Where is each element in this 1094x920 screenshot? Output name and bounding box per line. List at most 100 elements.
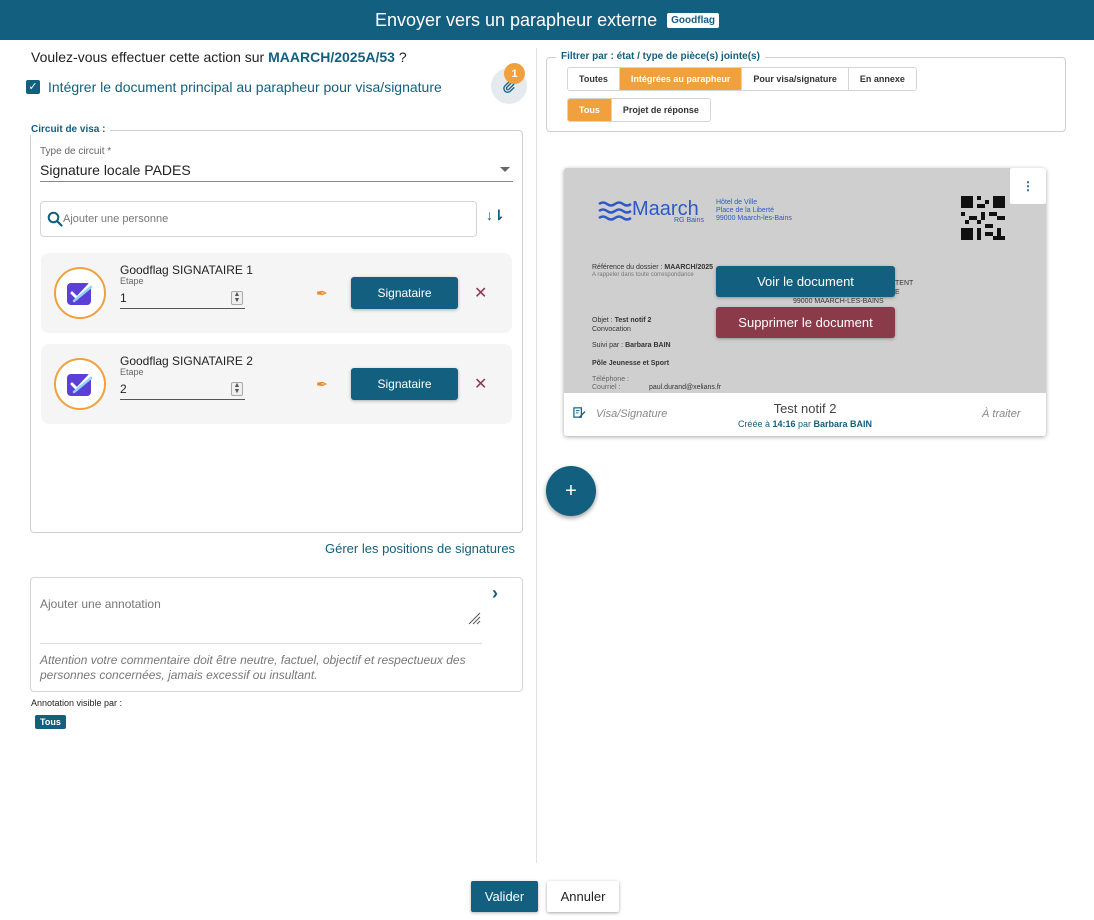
fountain-pen-icon[interactable]: ✒: [316, 376, 328, 393]
integrate-document-row[interactable]: ✓ Intégrer le document principal au para…: [26, 79, 442, 95]
signer-role-button[interactable]: Signataire: [351, 368, 458, 400]
integrate-label: Intégrer le document principal au paraph…: [48, 79, 442, 95]
dialog-header: Envoyer vers un parapheur externe Goodfl…: [0, 0, 1094, 40]
filter-integrees[interactable]: Intégrées au parapheur: [619, 68, 743, 90]
annotation-underline: [40, 643, 482, 644]
validate-button[interactable]: Valider: [471, 881, 538, 912]
document-status: À traiter: [982, 408, 1021, 420]
add-attachment-button[interactable]: +: [546, 466, 596, 516]
search-icon: [47, 211, 63, 227]
suivi-value: Barbara BAIN: [625, 342, 671, 349]
annotation-warning: Attention votre commentaire doit être ne…: [40, 653, 466, 682]
recipient-line: E: [895, 289, 900, 296]
document-title: Test notif 2: [773, 401, 837, 416]
signer-card: Goodflag SIGNATAIRE 2 Etape 2 ▲ ▼ ✒ Signa…: [41, 344, 512, 424]
circuit-type-label: Type de circuit *: [40, 146, 112, 157]
document-card[interactable]: Maarch RG Bains Hôtel de Ville Place de …: [564, 168, 1046, 436]
attachment-type-filter: Tous Projet de réponse: [567, 98, 711, 122]
logo-subtitle: RG Bains: [674, 217, 704, 224]
etape-stepper[interactable]: ▲ ▼: [231, 291, 243, 305]
goodflag-logo-icon: [67, 280, 94, 305]
question-suffix: ?: [394, 49, 407, 65]
recipient-city: 99000 MAARCH-LES-BAINS: [793, 298, 884, 305]
sender-address: Hôtel de Ville Place de la Liberté 99000…: [716, 199, 792, 223]
created-by-prefix: par: [795, 419, 814, 429]
circuit-type-underline: [40, 181, 513, 182]
ref-value: MAARCH/2025: [664, 264, 714, 271]
created-prefix: Créée à: [737, 419, 773, 429]
remove-signer-icon[interactable]: ✕: [474, 283, 487, 303]
add-person-search[interactable]: [40, 201, 477, 237]
column-divider: [536, 48, 537, 863]
document-reference: MAARCH/2025A/53: [268, 49, 395, 65]
signer-name: Goodflag SIGNATAIRE 1: [120, 263, 253, 277]
goodflag-badge: Goodflag: [667, 12, 720, 28]
qr-code-icon: [961, 196, 1005, 240]
objet-line-2: Convocation: [592, 326, 631, 333]
delete-document-button[interactable]: Supprimer le document: [716, 307, 895, 338]
suivi-label: Suivi par :: [592, 342, 624, 349]
document-footer: Visa/Signature Test notif 2 Créée à 14:1…: [564, 393, 1046, 436]
integrate-checkbox[interactable]: ✓: [26, 80, 40, 94]
signer-name: Goodflag SIGNATAIRE 2: [120, 354, 253, 368]
objet-value: Test notif 2: [614, 317, 652, 324]
pole-line: Pôle Jeunesse et Sport: [592, 360, 670, 367]
created-time: 14:16: [772, 419, 796, 429]
ref-label: Référence du dossier :: [592, 264, 663, 271]
visibility-chip[interactable]: Tous: [35, 715, 66, 729]
resize-handle-icon[interactable]: [467, 611, 481, 625]
question-prefix: Voulez-vous effectuer cette action sur: [31, 49, 269, 65]
filter-toutes[interactable]: Toutes: [568, 68, 620, 90]
goodflag-logo-icon: [67, 371, 94, 396]
attachment-state-filter: Toutes Intégrées au parapheur Pour visa/…: [567, 67, 917, 91]
annotation-visibility-label: Annotation visible par :: [31, 698, 123, 708]
signer-avatar: [54, 358, 106, 410]
annotation-input[interactable]: Ajouter une annotation: [40, 597, 161, 611]
etape-input[interactable]: 1: [120, 291, 127, 305]
etape-input[interactable]: 2: [120, 382, 127, 396]
circuit-type-select[interactable]: Signature locale PADES: [40, 162, 191, 178]
add-person-input[interactable]: [63, 202, 463, 236]
etape-stepper[interactable]: ▲ ▼: [231, 382, 243, 396]
address-line: Place de la Liberté: [716, 207, 774, 214]
dialog-title: Envoyer vers un parapheur externe: [374, 9, 658, 30]
filter-legend: Filtrer par : état / type de pièce(s) jo…: [556, 51, 765, 62]
filter-visa-signature[interactable]: Pour visa/signature: [742, 68, 849, 90]
courriel-value: paul.durand@xelians.fr: [649, 384, 722, 391]
action-question: Voulez-vous effectuer cette action sur M…: [31, 49, 407, 65]
ref-line: Référence du dossier : MAARCH/2025: [592, 264, 713, 271]
signer-role-button[interactable]: Signataire: [351, 277, 458, 309]
filter-tous[interactable]: Tous: [568, 99, 612, 121]
objet-line: Objet : Test notif 2: [592, 317, 651, 324]
more-vert-icon[interactable]: ⋮: [1010, 168, 1046, 204]
cancel-button[interactable]: Annuler: [547, 881, 619, 912]
filter-annexe[interactable]: En annexe: [848, 68, 916, 90]
address-line: 99000 Maarch-les-Bains: [716, 215, 792, 222]
recipient-line: TENT: [895, 280, 914, 287]
document-created-info: Créée à 14:16 par Barbara BAIN: [564, 419, 1046, 429]
annotation-box[interactable]: Ajouter une annotation › Attention votre…: [30, 577, 523, 692]
manage-signature-positions-link[interactable]: Gérer les positions de signatures: [325, 541, 515, 556]
etape-label: Etape: [120, 276, 144, 286]
dropdown-arrow-icon[interactable]: [500, 167, 510, 172]
maarch-logo-icon: [598, 201, 632, 221]
courriel-label: Courriel :: [592, 384, 621, 391]
attachments-count-badge: 1: [504, 63, 525, 84]
tel-label: Téléphone :: [592, 376, 629, 383]
suivi-line: Suivi par : Barbara BAIN: [592, 342, 671, 349]
circuit-legend: Circuit de visa :: [26, 124, 111, 135]
signer-avatar: [54, 267, 106, 319]
objet-label: Objet :: [592, 317, 613, 324]
etape-underline: [120, 399, 245, 400]
remove-signer-icon[interactable]: ✕: [474, 374, 487, 394]
view-document-button[interactable]: Voir le document: [716, 266, 895, 297]
address-line: Hôtel de Ville: [716, 199, 758, 206]
chevron-right-icon[interactable]: ›: [492, 583, 498, 604]
etape-underline: [120, 308, 245, 309]
filter-projet-reponse[interactable]: Projet de réponse: [611, 99, 710, 121]
sort-order-icon[interactable]: ↓⇂: [486, 207, 505, 224]
signer-card: Goodflag SIGNATAIRE 1 Etape 1 ▲ ▼ ✒ Signa…: [41, 253, 512, 333]
fountain-pen-icon[interactable]: ✒: [316, 285, 328, 302]
ref-note: A rappeler dans toute correspondance: [592, 272, 694, 278]
document-preview[interactable]: Maarch RG Bains Hôtel de Ville Place de …: [564, 168, 1046, 393]
